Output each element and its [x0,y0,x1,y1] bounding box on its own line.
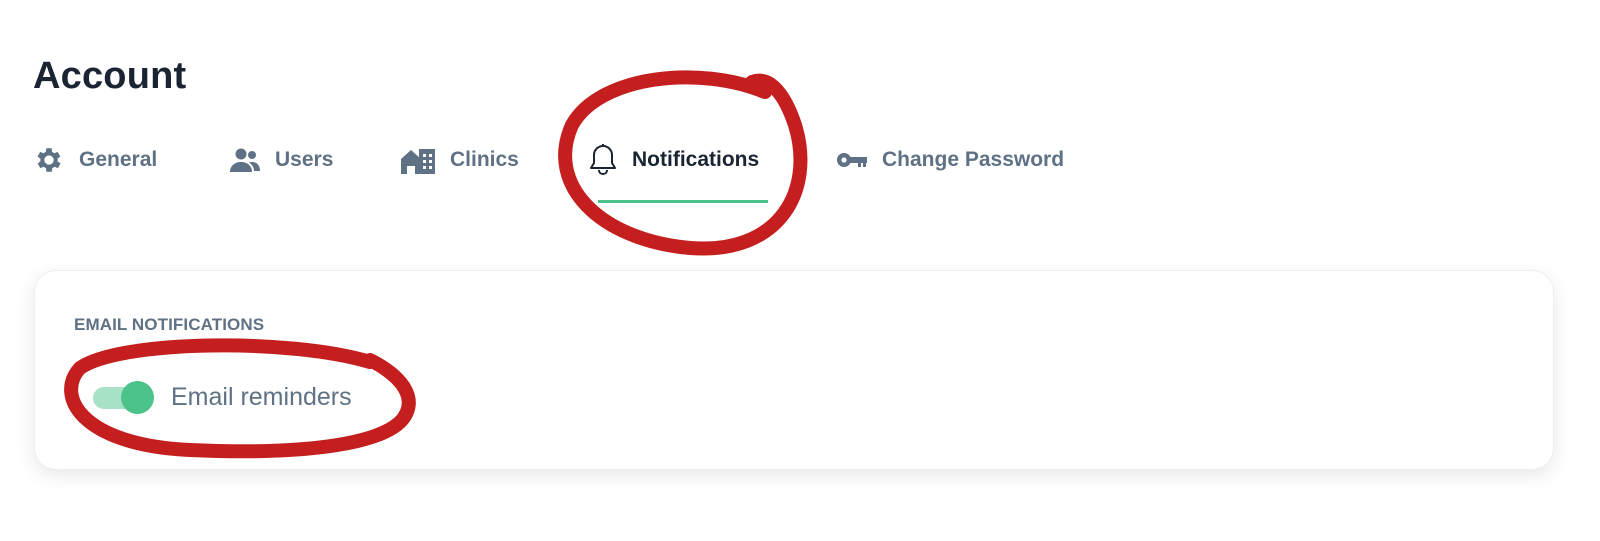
tab-change-password[interactable]: Change Password [836,130,1064,190]
bell-icon [588,143,618,177]
section-label: EMAIL NOTIFICATIONS [74,315,265,334]
tab-clinics-label: Clinics [450,148,519,171]
tab-change-password-label: Change Password [882,148,1065,171]
email-reminders-row[interactable]: Email reminders [93,379,352,415]
email-reminders-label: Email reminders [171,382,352,411]
tab-users-label: Users [275,148,334,171]
tab-clinics[interactable]: Clinics [400,130,519,190]
email-reminders-toggle[interactable] [93,379,155,415]
toggle-knob [121,381,154,414]
tab-general-label: General [79,148,158,171]
tab-users[interactable]: Users [229,130,333,190]
email-notifications-card: EMAIL NOTIFICATIONS Email reminders [34,270,1554,470]
tab-general[interactable]: General [33,130,157,190]
users-icon [229,146,261,174]
page-title: Account [33,55,187,97]
active-tab-indicator [598,200,768,203]
tab-notifications[interactable]: Notifications [588,130,759,190]
building-icon [400,145,436,175]
account-tabs: General Users Clinics Notifications Chan… [0,130,1600,210]
key-icon [836,150,868,170]
gear-icon [33,144,65,176]
tab-notifications-label: Notifications [632,148,760,171]
